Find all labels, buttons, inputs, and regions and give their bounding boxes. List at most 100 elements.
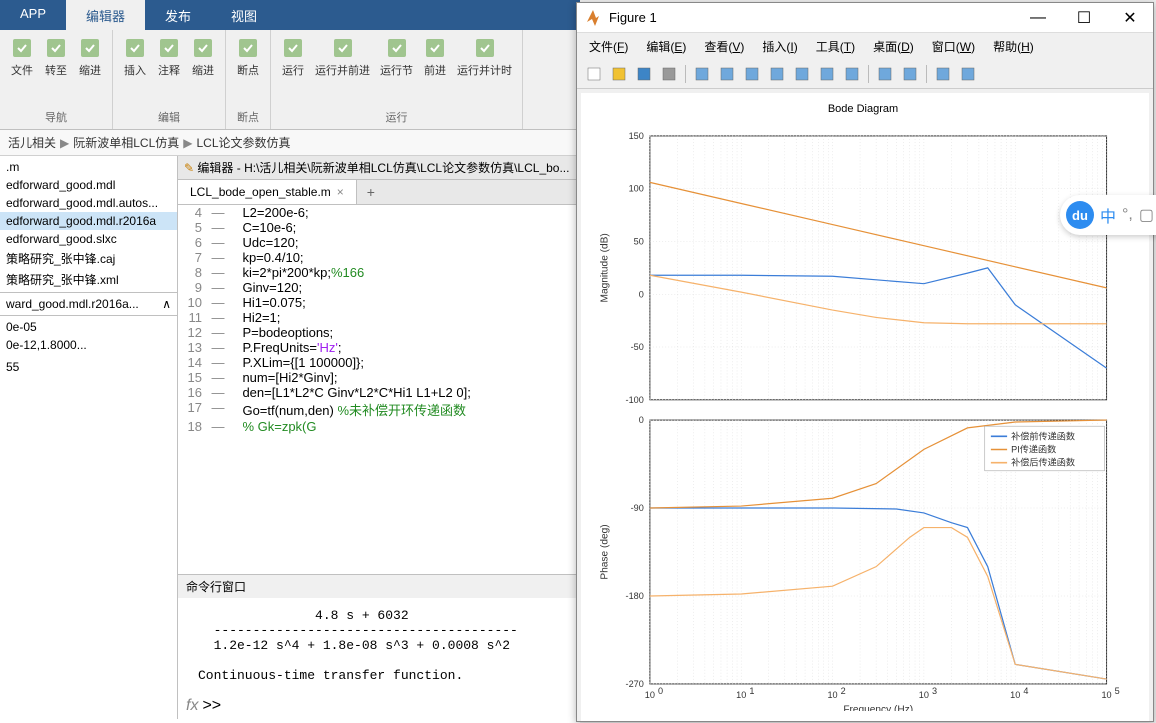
svg-text:0: 0 (639, 289, 644, 299)
code-line[interactable]: 4— L2=200e-6; (178, 205, 580, 220)
breadcrumb-item[interactable]: 阮新波单相LCL仿真 (73, 136, 179, 150)
ribbon-插入[interactable]: 插入 (121, 34, 149, 80)
command-title: 命令行窗口 (178, 575, 580, 598)
svg-text:3: 3 (932, 686, 937, 696)
ribbon-转至[interactable]: 转至 (42, 34, 70, 80)
file-item[interactable]: edforward_good.mdl (0, 176, 177, 194)
ribbon-运行[interactable]: 运行 (279, 34, 307, 80)
file-item[interactable]: 策略研究_张中锋.xml (0, 269, 177, 290)
file-item[interactable]: 策略研究_张中锋.caj (0, 248, 177, 269)
ribbon-运行并计时[interactable]: 运行并计时 (455, 34, 514, 80)
file-tab[interactable]: LCL_bode_open_stable.m × (178, 180, 357, 204)
code-line[interactable]: 8— ki=2*pi*200*kp;%166 (178, 265, 580, 280)
matlab-icon (583, 8, 603, 28)
menu-帮助[interactable]: 帮助(H) (985, 35, 1042, 58)
code-line[interactable]: 11— Hi2=1; (178, 310, 580, 325)
menu-工具[interactable]: 工具(T) (808, 35, 863, 58)
zoom-out-icon[interactable] (741, 63, 763, 85)
close-button[interactable]: ✕ (1107, 3, 1153, 33)
workspace-item[interactable]: 0e-05 (0, 318, 177, 336)
menu-窗口[interactable]: 窗口(W) (924, 35, 983, 58)
breadcrumb[interactable]: 活儿相关▶阮新波单相LCL仿真▶LCL论文参数仿真 (0, 130, 580, 156)
add-tab-button[interactable]: + (357, 180, 385, 204)
code-line[interactable]: 16— den=[L1*L2*C Ginv*L2*C*Hi1 L1+L2 0]; (178, 385, 580, 400)
code-line[interactable]: 12— P=bodeoptions; (178, 325, 580, 340)
code-line[interactable]: 18— % Gk=zpk(G (178, 419, 580, 434)
ribbon-缩进[interactable]: 缩进 (189, 34, 217, 80)
cursor-icon[interactable] (816, 63, 838, 85)
pan-icon[interactable] (766, 63, 788, 85)
rotate-icon[interactable] (791, 63, 813, 85)
svg-text:Phase (deg): Phase (deg) (599, 524, 610, 579)
file-item[interactable]: .m (0, 158, 177, 176)
main-tabs: APP编辑器发布视图 (0, 0, 580, 30)
code-line[interactable]: 14— P.XLim={[1 100000]}; (178, 355, 580, 370)
main-tab-编辑器[interactable]: 编辑器 (66, 0, 145, 30)
save-icon[interactable] (633, 63, 655, 85)
svg-text:-180: -180 (626, 591, 644, 601)
figure-window: Figure 1 — ☐ ✕ 文件(F)编辑(E)查看(V)插入(I)工具(T)… (576, 2, 1154, 722)
code-line[interactable]: 7— kp=0.4/10; (178, 250, 580, 265)
menu-查看[interactable]: 查看(V) (696, 35, 752, 58)
file-item[interactable]: edforward_good.slxc (0, 230, 177, 248)
svg-text:4: 4 (1023, 686, 1028, 696)
pointer-icon[interactable] (691, 63, 713, 85)
code-line[interactable]: 17— Go=tf(num,den) %未补偿开环传递函数 (178, 400, 580, 419)
ribbon-文件[interactable]: 文件 (8, 34, 36, 80)
main-tab-APP[interactable]: APP (0, 0, 66, 30)
ribbon-运行节[interactable]: 运行节 (378, 34, 415, 80)
editor-title: ✎ 编辑器 - H:\活儿相关\阮新波单相LCL仿真\LCL论文参数仿真\LCL… (178, 156, 580, 180)
code-line[interactable]: 9— Ginv=120; (178, 280, 580, 295)
code-line[interactable]: 13— P.FreqUnits='Hz'; (178, 340, 580, 355)
ribbon-缩进[interactable]: 缩进 (76, 34, 104, 80)
colorbar-icon[interactable] (874, 63, 896, 85)
maximize-button[interactable]: ☐ (1061, 3, 1107, 33)
code-line[interactable]: 10— Hi1=0.075; (178, 295, 580, 310)
command-prompt[interactable]: fx >> (178, 693, 580, 719)
workspace-item[interactable]: 0e-12,1.8000... (0, 336, 177, 354)
plot-area: Bode Diagram -100-50050100150Magnitude (… (581, 93, 1149, 721)
menu-插入[interactable]: 插入(I) (754, 35, 805, 58)
open-icon[interactable] (608, 63, 630, 85)
breadcrumb-item[interactable]: 活儿相关 (8, 136, 56, 150)
minimize-button[interactable]: — (1015, 3, 1061, 33)
brush-icon[interactable] (841, 63, 863, 85)
menu-编辑[interactable]: 编辑(E) (638, 35, 694, 58)
svg-text:10: 10 (645, 690, 655, 700)
figure-menubar: 文件(F)编辑(E)查看(V)插入(I)工具(T)桌面(D)窗口(W)帮助(H) (577, 33, 1153, 60)
code-area[interactable]: 4— L2=200e-6;5— C=10e-6;6— Udc=120;7— kp… (178, 205, 580, 574)
svg-text:2: 2 (841, 686, 846, 696)
baidu-ime-bar[interactable]: du 中 °, ▢ ◗ ⚙ (1060, 195, 1156, 235)
zoom-in-icon[interactable] (716, 63, 738, 85)
ribbon-断点[interactable]: 断点 (234, 34, 262, 80)
svg-text:10: 10 (827, 690, 837, 700)
ribbon-注释[interactable]: 注释 (155, 34, 183, 80)
svg-text:150: 150 (629, 131, 644, 141)
baidu-icon[interactable]: du (1066, 201, 1094, 229)
code-line[interactable]: 15— num=[Hi2*Ginv]; (178, 370, 580, 385)
print-icon[interactable] (658, 63, 680, 85)
code-line[interactable]: 6— Udc=120; (178, 235, 580, 250)
command-window: 命令行窗口 4.8 s + 6032 ---------------------… (178, 574, 580, 719)
menu-文件[interactable]: 文件(F) (581, 35, 636, 58)
bode-plot[interactable]: -100-50050100150Magnitude (dB)-270-180-9… (589, 119, 1137, 711)
code-line[interactable]: 5— C=10e-6; (178, 220, 580, 235)
new-icon[interactable] (583, 63, 605, 85)
dock-icon[interactable] (957, 63, 979, 85)
ribbon-运行并前进[interactable]: 运行并前进 (313, 34, 372, 80)
menu-桌面[interactable]: 桌面(D) (865, 35, 922, 58)
main-tab-发布[interactable]: 发布 (145, 0, 211, 30)
workspace-item[interactable]: 55 (0, 358, 177, 376)
figure-titlebar[interactable]: Figure 1 — ☐ ✕ (577, 3, 1153, 33)
close-icon[interactable]: × (337, 185, 344, 199)
main-tab-视图[interactable]: 视图 (211, 0, 277, 30)
breadcrumb-item[interactable]: LCL论文参数仿真 (197, 136, 291, 150)
grid-icon[interactable] (932, 63, 954, 85)
file-tabs: LCL_bode_open_stable.m × + (178, 180, 580, 205)
legend-icon[interactable] (899, 63, 921, 85)
file-item[interactable]: edforward_good.mdl.autos... (0, 194, 177, 212)
svg-text:50: 50 (634, 237, 644, 247)
file-item[interactable]: edforward_good.mdl.r2016a (0, 212, 177, 230)
ribbon-前进[interactable]: 前进 (421, 34, 449, 80)
svg-text:100: 100 (629, 184, 644, 194)
